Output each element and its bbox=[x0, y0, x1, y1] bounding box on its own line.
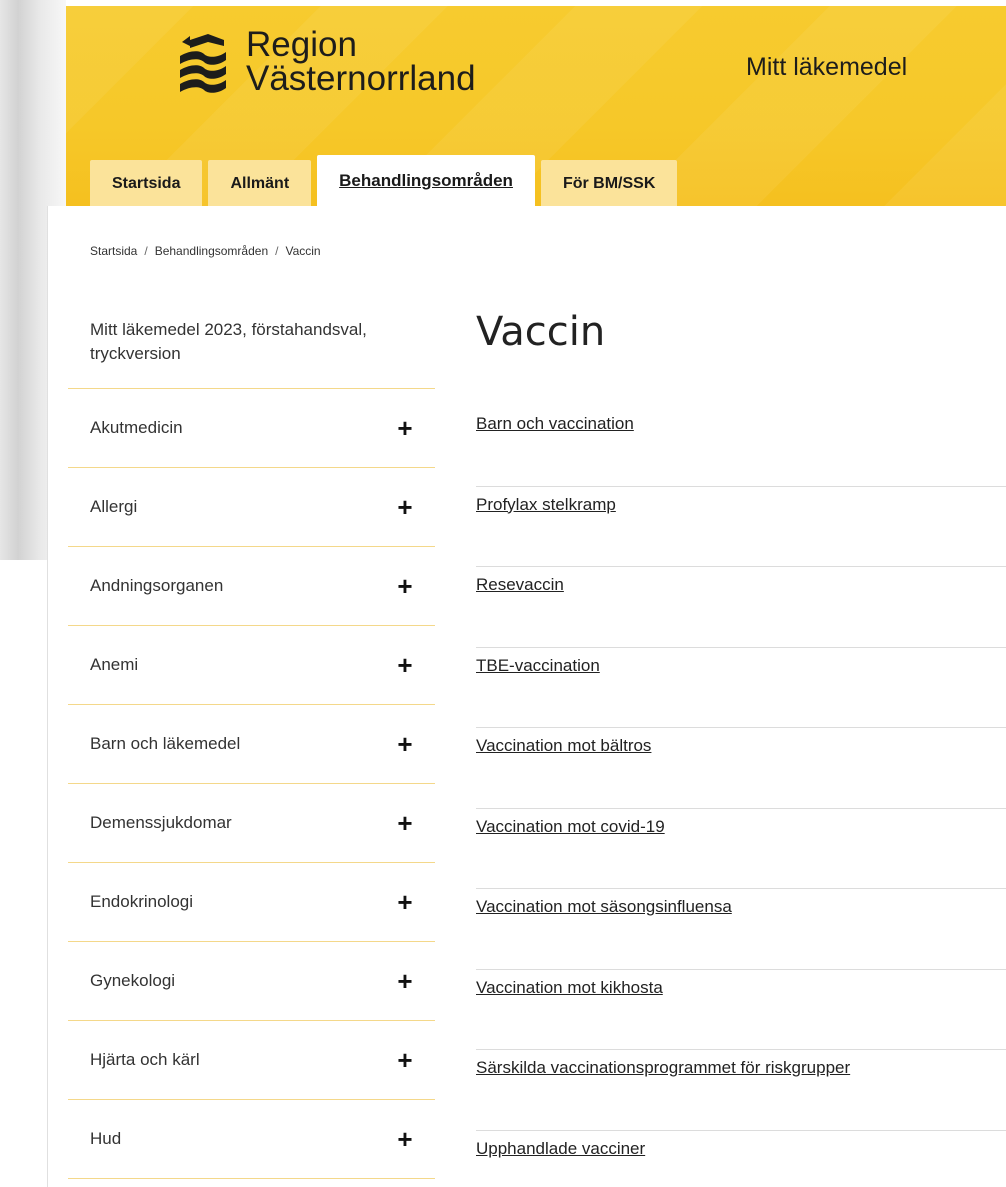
tab-for-bm-ssk[interactable]: För BM/SSK bbox=[540, 160, 678, 207]
sidebar-print-version-link[interactable]: Mitt läkemedel 2023, förstahandsval, try… bbox=[68, 306, 435, 389]
vaccine-topic-link[interactable]: Barn och vaccination bbox=[476, 414, 634, 433]
sidebar-item-demenssjukdomar[interactable]: Demenssjukdomar + bbox=[68, 784, 435, 863]
tab-allmant[interactable]: Allmänt bbox=[208, 160, 312, 207]
list-item: Vaccination mot kikhosta bbox=[476, 970, 1006, 1050]
logo-text: Region Västernorrland bbox=[246, 25, 476, 98]
sidebar-item-barn-och-läkemedel[interactable]: Barn och läkemedel + bbox=[68, 705, 435, 784]
tab-startsida[interactable]: Startsida bbox=[90, 160, 203, 207]
list-item: Resevaccin bbox=[476, 567, 1006, 648]
sidebar-item-gynekologi[interactable]: Gynekologi + bbox=[68, 942, 435, 1021]
sidebar-item-label: Anemi bbox=[90, 655, 139, 674]
vaccine-topic-link[interactable]: Resevaccin bbox=[476, 575, 564, 594]
breadcrumb-separator: / bbox=[144, 244, 148, 258]
expand-plus-icon[interactable]: + bbox=[395, 652, 415, 678]
breadcrumb: Startsida / Behandlingsområden / Vaccin bbox=[90, 244, 321, 258]
list-item: Vaccination mot bältros bbox=[476, 728, 1006, 809]
sidebar-item-label: Demenssjukdomar bbox=[90, 813, 232, 832]
expand-plus-icon[interactable]: + bbox=[395, 889, 415, 915]
list-item: Vaccination mot covid-19 bbox=[476, 809, 1006, 889]
sidebar-item-hjärta-och-kärl[interactable]: Hjärta och kärl + bbox=[68, 1021, 435, 1100]
expand-plus-icon[interactable]: + bbox=[395, 1047, 415, 1073]
sidebar-item-andningsorganen[interactable]: Andningsorganen + bbox=[68, 547, 435, 626]
site-name: Mitt läkemedel bbox=[746, 53, 908, 81]
vaccine-topic-link[interactable]: Upphandlade vacciner bbox=[476, 1139, 645, 1158]
logo-line-region: Region bbox=[246, 25, 357, 64]
sidebar-item-label: Hud bbox=[90, 1129, 122, 1148]
vaccine-topic-link[interactable]: Vaccination mot säsongsinfluensa bbox=[476, 897, 732, 916]
breadcrumb-startsida[interactable]: Startsida bbox=[90, 244, 137, 258]
sidebar-item-label: Barn och läkemedel bbox=[90, 734, 241, 753]
vaccine-topic-link[interactable]: Vaccination mot kikhosta bbox=[476, 978, 663, 997]
tab-behandlingsomraden[interactable]: Behandlingsområden bbox=[317, 155, 535, 207]
list-item: Barn och vaccination bbox=[476, 406, 1006, 487]
breadcrumb-behandlingsomraden[interactable]: Behandlingsområden bbox=[155, 244, 268, 258]
vaccine-topic-link[interactable]: Profylax stelkramp bbox=[476, 495, 616, 514]
vaccine-topic-link[interactable]: Vaccination mot bältros bbox=[476, 736, 651, 755]
logo-line-vasternorrland: Västernorrland bbox=[246, 59, 476, 98]
region-logo[interactable]: Region Västernorrland bbox=[178, 25, 538, 118]
main-tabs: Startsida Allmänt Behandlingsområden För… bbox=[90, 155, 683, 207]
sidebar-item-label: Gynekologi bbox=[90, 971, 176, 990]
sidebar-item-label: Akutmedicin bbox=[90, 418, 183, 437]
expand-plus-icon[interactable]: + bbox=[395, 1126, 415, 1152]
vaccine-topic-link[interactable]: Särskilda vaccinationsprogrammet för ris… bbox=[476, 1058, 850, 1077]
list-item: Särskilda vaccinationsprogrammet för ris… bbox=[476, 1050, 1006, 1131]
expand-plus-icon[interactable]: + bbox=[395, 968, 415, 994]
expand-plus-icon[interactable]: + bbox=[395, 415, 415, 441]
expand-plus-icon[interactable]: + bbox=[395, 573, 415, 599]
sidebar-item-hud[interactable]: Hud + bbox=[68, 1100, 435, 1179]
main-content: Vaccin Barn och vaccination Profylax stel… bbox=[476, 306, 1006, 1187]
sidebar-item-allergi[interactable]: Allergi + bbox=[68, 468, 435, 547]
sidebar-nav: Mitt läkemedel 2023, förstahandsval, try… bbox=[68, 306, 435, 1179]
sidebar-item-endokrinologi[interactable]: Endokrinologi + bbox=[68, 863, 435, 942]
vaccine-topic-link[interactable]: Vaccination mot covid-19 bbox=[476, 817, 665, 836]
sidebar-item-anemi[interactable]: Anemi + bbox=[68, 626, 435, 705]
breadcrumb-current: Vaccin bbox=[285, 244, 321, 258]
sidebar-item-label: Andningsorganen bbox=[90, 576, 224, 595]
list-item: Upphandlade vacciner bbox=[476, 1131, 1006, 1187]
expand-plus-icon[interactable]: + bbox=[395, 494, 415, 520]
vaccine-link-list: Barn och vaccination Profylax stelkramp Re… bbox=[476, 406, 1006, 1187]
list-item: Vaccination mot säsongsinfluensa bbox=[476, 889, 1006, 970]
sidebar-item-label: Hjärta och kärl bbox=[90, 1050, 200, 1069]
expand-plus-icon[interactable]: + bbox=[395, 731, 415, 757]
page-title: Vaccin bbox=[476, 309, 606, 355]
list-item: Profylax stelkramp bbox=[476, 487, 1006, 567]
sidebar-item-label: Endokrinologi bbox=[90, 892, 194, 911]
sidebar-item-label: Allergi bbox=[90, 497, 138, 516]
region-emblem-icon bbox=[180, 34, 226, 93]
sidebar-item-akutmedicin[interactable]: Akutmedicin + bbox=[68, 389, 435, 468]
vaccine-topic-link[interactable]: TBE-vaccination bbox=[476, 656, 600, 675]
breadcrumb-separator: / bbox=[275, 244, 279, 258]
expand-plus-icon[interactable]: + bbox=[395, 810, 415, 836]
list-item: TBE-vaccination bbox=[476, 648, 1006, 728]
content-area: Startsida / Behandlingsområden / Vaccin … bbox=[48, 206, 1006, 1187]
